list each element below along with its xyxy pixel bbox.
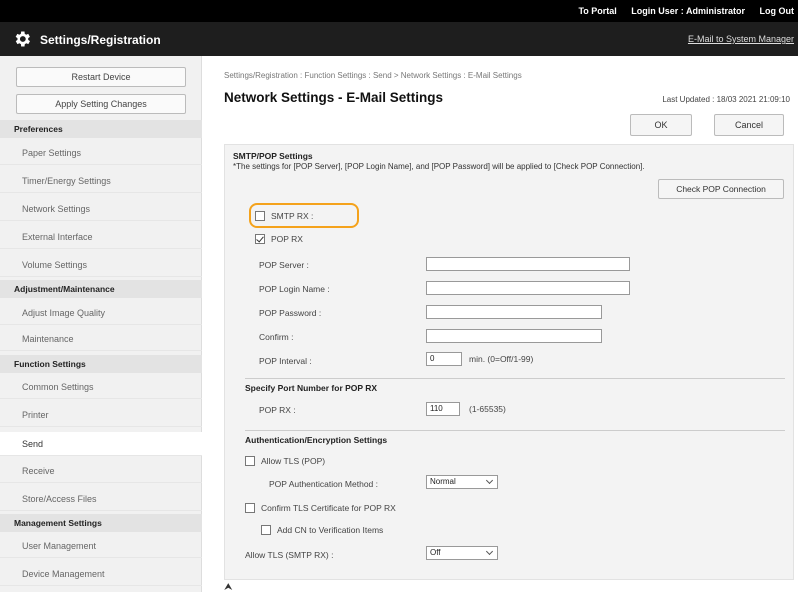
breadcrumb: Settings/Registration : Function Setting…	[224, 71, 522, 80]
sidebar-item-device-mgmt[interactable]: Device Management	[0, 562, 202, 586]
sidebar-item-external[interactable]: External Interface	[0, 225, 202, 249]
chevron-down-icon	[485, 476, 494, 485]
smtp-rx-label: SMTP RX :	[271, 211, 314, 221]
sidebar-item-receive[interactable]: Receive	[0, 459, 202, 483]
sidebar-item-store[interactable]: Store/Access Files	[0, 487, 202, 511]
sidebar-item-printer[interactable]: Printer	[0, 403, 202, 427]
logout-link[interactable]: Log Out	[760, 6, 795, 16]
port-pop-rx-input[interactable]: 110	[426, 402, 460, 416]
allow-tls-smtp-value: Off	[430, 548, 441, 557]
smtp-pop-title: SMTP/POP Settings	[233, 151, 313, 161]
section-preferences: Preferences	[0, 120, 202, 138]
add-cn-checkbox[interactable]	[261, 525, 271, 535]
chevron-down-icon	[485, 547, 494, 556]
pop-rx-label: POP RX	[271, 234, 303, 244]
port-hint: (1-65535)	[469, 404, 506, 414]
confirm-tls-label: Confirm TLS Certificate for POP RX	[261, 503, 396, 513]
sidebar: Restart Device Apply Setting Changes Pre…	[0, 56, 202, 592]
pop-rx-checkbox[interactable]	[255, 234, 265, 244]
gear-icon	[15, 31, 31, 47]
allow-tls-pop-checkbox[interactable]	[245, 456, 255, 466]
sidebar-item-paper[interactable]: Paper Settings	[0, 141, 202, 165]
smtp-pop-note: *The settings for [POP Server], [POP Log…	[233, 162, 645, 171]
sidebar-item-user-mgmt[interactable]: User Management	[0, 534, 202, 558]
pop-auth-method-label: POP Authentication Method :	[269, 479, 378, 489]
sidebar-item-network[interactable]: Network Settings	[0, 197, 202, 221]
confirm-tls-checkbox[interactable]	[245, 503, 255, 513]
allow-tls-smtp-label: Allow TLS (SMTP RX) :	[245, 550, 334, 560]
pop-password-input[interactable]	[426, 305, 602, 319]
to-portal-link[interactable]: To Portal	[578, 6, 616, 16]
pop-password-label: POP Password :	[259, 308, 322, 318]
sidebar-item-adjust-image[interactable]: Adjust Image Quality	[0, 301, 202, 325]
title-bar: Settings/Registration E-Mail to System M…	[0, 22, 798, 56]
sidebar-item-maintenance[interactable]: Maintenance	[0, 327, 202, 351]
ok-button[interactable]: OK	[630, 114, 692, 136]
sidebar-item-send[interactable]: Send	[0, 432, 202, 456]
auth-section-title: Authentication/Encryption Settings	[245, 430, 785, 445]
restart-device-button[interactable]: Restart Device	[16, 67, 186, 87]
pop-server-input[interactable]	[426, 257, 630, 271]
smtp-pop-panel: SMTP/POP Settings *The settings for [POP…	[224, 144, 794, 580]
email-system-manager-link[interactable]: E-Mail to System Manager	[688, 34, 794, 44]
to-top-icon[interactable]: ⮝	[224, 582, 233, 592]
section-management: Management Settings	[0, 514, 202, 532]
allow-tls-pop-label: Allow TLS (POP)	[261, 456, 326, 466]
top-links: To Portal Login User : Administrator Log…	[566, 6, 794, 16]
port-pop-rx-label: POP RX :	[259, 405, 296, 415]
pop-server-label: POP Server :	[259, 260, 309, 270]
pop-login-label: POP Login Name :	[259, 284, 330, 294]
app-title: Settings/Registration	[40, 33, 161, 47]
cancel-button[interactable]: Cancel	[714, 114, 784, 136]
pop-interval-input[interactable]: 0	[426, 352, 462, 366]
confirm-label: Confirm :	[259, 332, 294, 342]
sidebar-item-volume[interactable]: Volume Settings	[0, 253, 202, 277]
sidebar-item-timer[interactable]: Timer/Energy Settings	[0, 169, 202, 193]
main-content: Settings/Registration : Function Setting…	[202, 56, 798, 592]
check-pop-connection-button[interactable]: Check POP Connection	[658, 179, 784, 199]
smtp-rx-checkbox[interactable]	[255, 211, 265, 221]
pop-auth-method-value: Normal	[430, 477, 456, 486]
section-adjustment: Adjustment/Maintenance	[0, 280, 202, 298]
last-updated: Last Updated : 18/03 2021 21:09:10	[662, 95, 790, 104]
allow-tls-smtp-select[interactable]: Off	[426, 546, 498, 560]
port-section-title: Specify Port Number for POP RX	[245, 378, 785, 393]
pop-interval-label: POP Interval :	[259, 356, 312, 366]
page-title: Network Settings - E-Mail Settings	[224, 90, 444, 105]
pop-interval-hint: min. (0=Off/1-99)	[469, 354, 534, 364]
login-user-label: Login User : Administrator	[631, 6, 745, 16]
add-cn-label: Add CN to Verification Items	[277, 525, 384, 535]
sidebar-item-common[interactable]: Common Settings	[0, 375, 202, 399]
section-function: Function Settings	[0, 355, 202, 373]
top-bar: To Portal Login User : Administrator Log…	[0, 0, 798, 22]
pop-login-input[interactable]	[426, 281, 630, 295]
pop-auth-method-select[interactable]: Normal	[426, 475, 498, 489]
apply-changes-button[interactable]: Apply Setting Changes	[16, 94, 186, 114]
confirm-password-input[interactable]	[426, 329, 602, 343]
